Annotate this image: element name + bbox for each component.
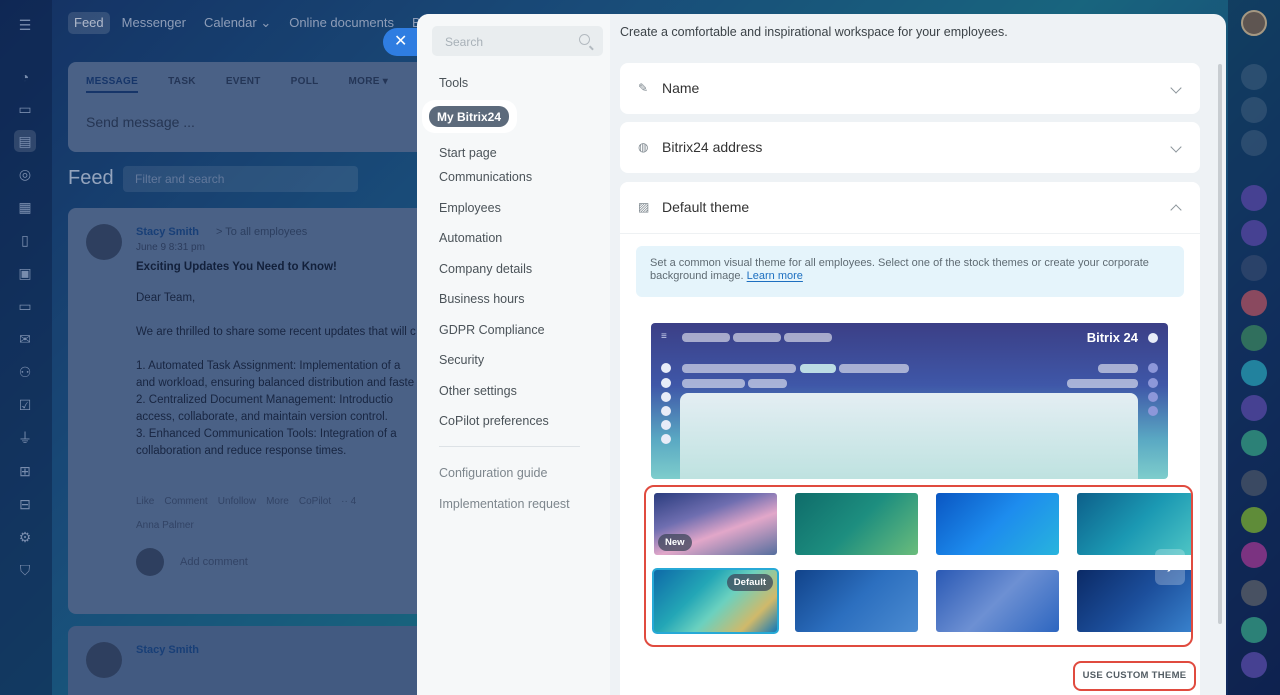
menu-item-automation[interactable]: Automation (439, 231, 502, 245)
close-slider-button[interactable]: ✕ (383, 28, 419, 56)
theme-gallery: New Default › (644, 485, 1193, 647)
settings-intro: Create a comfortable and inspirational w… (620, 25, 1008, 39)
preview-content-area (680, 393, 1138, 479)
theme-info-box: Set a common visual theme for all employ… (636, 246, 1184, 297)
menu-item-gdpr[interactable]: GDPR Compliance (439, 323, 545, 337)
preview-bar (748, 379, 787, 388)
chevron-down-icon (1170, 141, 1182, 153)
preview-dot (661, 420, 671, 430)
preview-dot (661, 406, 671, 416)
address-section[interactable]: ◍ Bitrix24 address (620, 122, 1200, 173)
theme-section: ▨ Default theme Set a common visual them… (620, 182, 1200, 695)
preview-dot (661, 434, 671, 444)
theme-thumb-7[interactable] (934, 568, 1061, 634)
theme-thumb-default[interactable]: Default (652, 568, 779, 634)
theme-section-title: Default theme (662, 199, 750, 215)
preview-dot (661, 378, 671, 388)
menu-item-business-hours[interactable]: Business hours (439, 292, 524, 306)
chevron-right-icon: › (1166, 553, 1174, 578)
theme-thumb-4[interactable] (1075, 491, 1191, 557)
new-badge: New (658, 534, 692, 551)
menu-item-other-settings[interactable]: Other settings (439, 384, 517, 398)
image-icon: ▨ (638, 200, 650, 214)
preview-bar (839, 364, 909, 373)
preview-bar (784, 333, 832, 342)
preview-bar (682, 364, 796, 373)
menu-item-implementation-request[interactable]: Implementation request (439, 497, 570, 511)
address-section-title: Bitrix24 address (662, 139, 763, 155)
menu-item-configuration-guide[interactable]: Configuration guide (439, 466, 547, 480)
preview-bar (682, 333, 730, 342)
section-divider (620, 233, 1200, 234)
theme-thumb-2[interactable] (793, 491, 920, 557)
pen-icon: ✎ (638, 81, 649, 95)
name-section[interactable]: ✎ Name (620, 63, 1200, 114)
preview-menu-icon: ≡ (661, 331, 667, 342)
preview-dot (1148, 363, 1158, 373)
menu-item-start-page[interactable]: Start page (439, 146, 497, 160)
menu-item-security[interactable]: Security (439, 353, 484, 367)
menu-divider (439, 446, 580, 447)
learn-more-link[interactable]: Learn more (747, 270, 803, 282)
preview-dot (661, 392, 671, 402)
menu-item-my-bitrix24-label: My Bitrix24 (429, 106, 510, 127)
settings-search-input[interactable]: Search (432, 26, 603, 56)
menu-item-communications[interactable]: Communications (439, 170, 532, 184)
search-icon (579, 34, 590, 45)
theme-section-header[interactable]: ▨ Default theme (620, 182, 1200, 233)
scrollbar[interactable] (1218, 64, 1222, 624)
preview-bar (1067, 379, 1138, 388)
settings-slider: Search Tools Start page Communications E… (417, 14, 1226, 695)
globe-icon: ◍ (638, 140, 649, 154)
preview-dot (1148, 392, 1158, 402)
menu-item-employees[interactable]: Employees (439, 201, 501, 215)
menu-item-copilot-preferences[interactable]: CoPilot preferences (439, 414, 549, 428)
theme-preview: ≡ Bitrix 24 (651, 323, 1168, 479)
preview-dot (1148, 378, 1158, 388)
close-icon: ✕ (394, 33, 408, 50)
name-section-title: Name (662, 80, 700, 96)
menu-item-tools[interactable]: Tools (439, 76, 468, 90)
preview-bar (1098, 364, 1138, 373)
preview-dot (1148, 406, 1158, 416)
theme-info-text: Set a common visual theme for all employ… (650, 257, 1149, 282)
use-custom-theme-button[interactable]: USE CUSTOM THEME (1073, 661, 1196, 691)
preview-logo: Bitrix 24 (1086, 330, 1138, 345)
menu-item-company-details[interactable]: Company details (439, 262, 532, 276)
chevron-down-icon (1170, 82, 1182, 94)
gallery-next-button[interactable]: › (1155, 549, 1185, 585)
preview-avatar-dot (1148, 333, 1158, 343)
chevron-up-icon (1170, 204, 1182, 216)
preview-bar (800, 364, 836, 373)
default-badge: Default (726, 574, 773, 591)
menu-item-my-bitrix24[interactable]: My Bitrix24 (422, 100, 517, 133)
theme-thumb-1[interactable]: New (652, 491, 779, 557)
theme-thumb-6[interactable] (793, 568, 920, 634)
preview-bar (733, 333, 781, 342)
preview-dot (661, 363, 671, 373)
search-placeholder: Search (445, 35, 484, 49)
theme-thumb-3[interactable] (934, 491, 1061, 557)
preview-bar (682, 379, 745, 388)
